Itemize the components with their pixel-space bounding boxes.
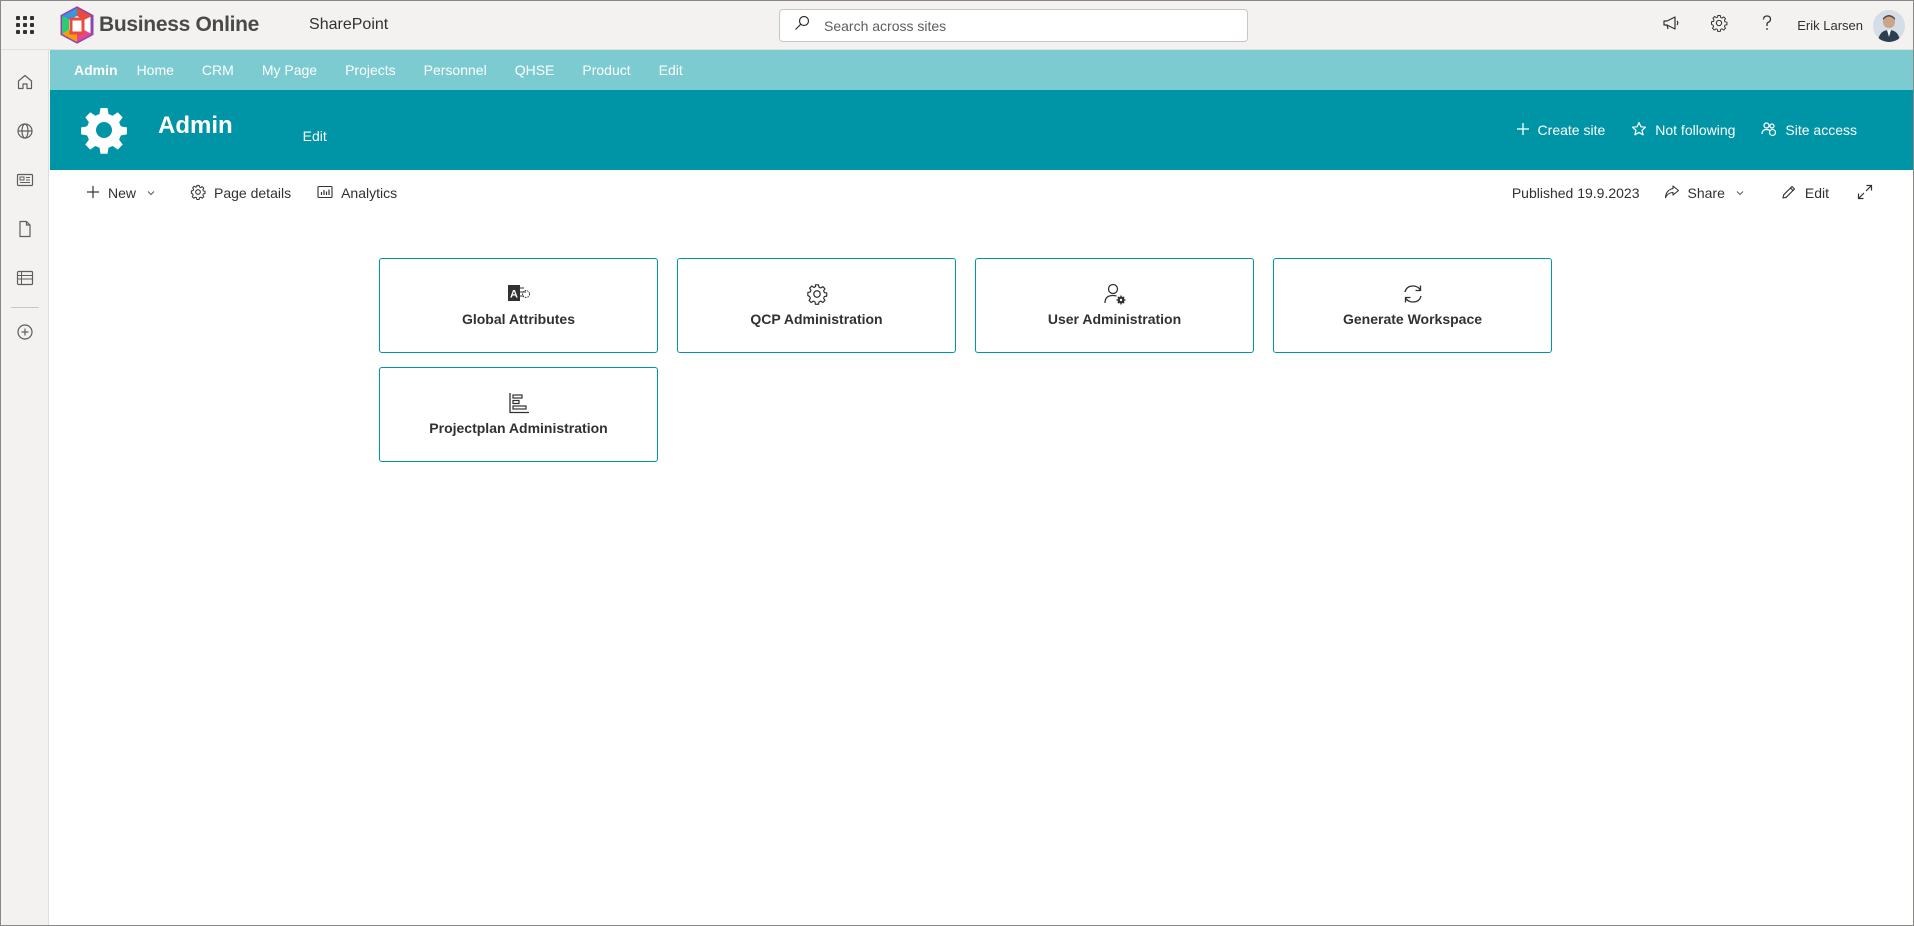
- gear-icon: [1710, 14, 1728, 37]
- tile-user-administration[interactable]: User Administration: [975, 258, 1254, 353]
- gear-icon: [806, 281, 828, 307]
- globe-icon: [16, 122, 34, 145]
- command-bar: New Page details Analytics Published 19.…: [50, 170, 1913, 216]
- tile-global-attributes[interactable]: A Global Attributes: [379, 258, 658, 353]
- brand-logo-icon: [57, 5, 97, 45]
- site-nav-edit-link[interactable]: Edit: [303, 128, 327, 144]
- star-icon: [1631, 121, 1655, 140]
- analytics-label: Analytics: [341, 185, 398, 201]
- list-icon: [16, 269, 34, 292]
- hub-nav-admin[interactable]: Admin: [74, 62, 118, 78]
- site-header: Admin Edit Create site Not following Sit…: [50, 90, 1913, 170]
- appbar-sites[interactable]: [1, 109, 49, 158]
- site-access-button[interactable]: Site access: [1761, 121, 1857, 140]
- pencil-icon: [1781, 184, 1805, 203]
- search-icon: [794, 15, 810, 36]
- share-button[interactable]: Share: [1664, 184, 1753, 203]
- chevron-down-icon: [146, 185, 164, 201]
- sync-icon: [1401, 281, 1425, 307]
- appbar-files[interactable]: [1, 207, 49, 256]
- waffle-icon: [16, 16, 34, 34]
- appbar-lists[interactable]: [1, 256, 49, 305]
- search-box[interactable]: [779, 9, 1248, 42]
- follow-button[interactable]: Not following: [1631, 121, 1735, 140]
- analytics-button[interactable]: Analytics: [317, 184, 397, 203]
- app-name[interactable]: SharePoint: [309, 16, 388, 34]
- edit-page-button[interactable]: Edit: [1781, 184, 1829, 203]
- edit-page-label: Edit: [1804, 185, 1829, 201]
- share-icon: [1664, 184, 1688, 203]
- tile-label: QCP Administration: [750, 310, 883, 327]
- people-icon: [1761, 121, 1785, 140]
- tile-qcp-administration[interactable]: QCP Administration: [677, 258, 956, 353]
- analytics-icon: [317, 184, 341, 203]
- tile-generate-workspace[interactable]: Generate Workspace: [1273, 258, 1552, 353]
- new-label: New: [108, 185, 137, 201]
- new-button[interactable]: New: [86, 185, 164, 202]
- hub-nav-projects[interactable]: Projects: [345, 62, 396, 78]
- appbar-news[interactable]: [1, 158, 49, 207]
- add-circle-icon: [16, 323, 34, 346]
- page-details-button[interactable]: Page details: [190, 184, 291, 203]
- published-status: Published 19.9.2023: [1511, 185, 1640, 201]
- megaphone-icon: [1662, 14, 1680, 37]
- create-site-label: Create site: [1537, 122, 1606, 138]
- avatar[interactable]: [1873, 9, 1905, 42]
- brand-link[interactable]: Business Online: [57, 5, 259, 45]
- access-icon: A: [507, 281, 531, 307]
- plus-icon: [1516, 122, 1538, 139]
- project-plan-icon: [508, 390, 530, 416]
- hub-nav-my-page[interactable]: My Page: [262, 62, 317, 78]
- gear-icon: [190, 184, 214, 203]
- site-access-label: Site access: [1785, 122, 1857, 138]
- site-title[interactable]: Admin: [158, 112, 233, 140]
- tile-label: Global Attributes: [461, 310, 576, 327]
- user-settings-icon: [1103, 281, 1127, 307]
- news-icon: [16, 171, 34, 194]
- share-label: Share: [1687, 185, 1725, 201]
- tile-label: Projectplan Administration: [429, 419, 608, 436]
- expand-button[interactable]: [1857, 184, 1881, 203]
- home-icon: [16, 73, 34, 96]
- expand-icon: [1857, 184, 1881, 203]
- tile-label: Generate Workspace: [1342, 310, 1483, 327]
- hub-nav-product[interactable]: Product: [582, 62, 630, 78]
- search-input[interactable]: [824, 17, 1224, 34]
- announcement-button[interactable]: [1647, 2, 1695, 50]
- help-button[interactable]: [1743, 2, 1791, 50]
- user-name[interactable]: Erik Larsen: [1797, 18, 1863, 33]
- appbar-create[interactable]: [1, 310, 49, 359]
- help-icon: [1759, 14, 1775, 37]
- svg-text:A: A: [510, 288, 518, 300]
- hub-nav-edit[interactable]: Edit: [659, 62, 683, 78]
- plus-icon: [86, 185, 108, 202]
- create-site-button[interactable]: Create site: [1516, 122, 1606, 139]
- appbar-home[interactable]: [1, 60, 49, 109]
- app-launcher-button[interactable]: [1, 1, 49, 49]
- chevron-down-icon: [1735, 185, 1753, 201]
- site-logo-gear-icon[interactable]: [80, 106, 128, 154]
- hub-nav-crm[interactable]: CRM: [202, 62, 234, 78]
- hub-nav-home[interactable]: Home: [137, 62, 174, 78]
- tile-projectplan-administration[interactable]: Projectplan Administration: [379, 367, 658, 462]
- follow-label: Not following: [1655, 122, 1736, 138]
- app-bar: [1, 50, 49, 925]
- page-details-label: Page details: [214, 185, 292, 201]
- hub-nav-personnel[interactable]: Personnel: [424, 62, 487, 78]
- suite-bar: Business Online SharePoint Erik Larsen: [1, 1, 1913, 50]
- settings-button[interactable]: [1695, 2, 1743, 50]
- brand-name: Business Online: [99, 13, 260, 36]
- tile-label: User Administration: [1047, 310, 1182, 327]
- document-icon: [16, 220, 34, 243]
- hub-nav-qhse[interactable]: QHSE: [515, 62, 555, 78]
- appbar-divider: [10, 307, 39, 308]
- hub-navigation: Admin Home CRM My Page Projects Personne…: [50, 50, 1913, 90]
